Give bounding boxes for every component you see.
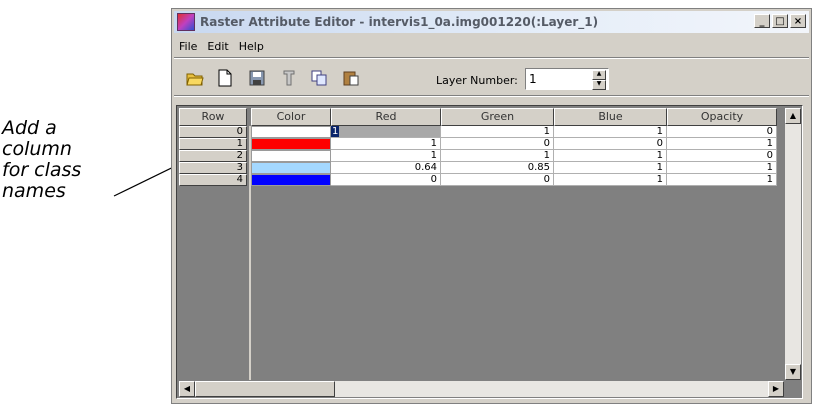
cell-opacity[interactable]: 1 <box>667 138 777 150</box>
cell-opacity[interactable]: 1 <box>667 162 777 174</box>
open-folder-icon[interactable] <box>186 69 204 87</box>
vertical-scrollbar[interactable]: ▲ ▼ <box>785 108 801 380</box>
layer-number-stepper[interactable]: 1 ▲ ▼ <box>525 68 609 90</box>
color-swatch[interactable] <box>251 174 331 186</box>
cell-blue[interactable]: 1 <box>554 150 667 162</box>
row-number[interactable]: 3 <box>179 162 247 174</box>
cell-blue[interactable]: 1 <box>554 174 667 186</box>
annotation-line: column <box>2 138 72 160</box>
row-number[interactable]: 2 <box>179 150 247 162</box>
annotation-line: for class <box>2 159 82 181</box>
attribute-table: Row Color Red Green Blue Opacity 0 1 1 1… <box>176 105 803 399</box>
cell-green[interactable]: 1 <box>441 150 554 162</box>
minimize-button[interactable]: _ <box>754 14 770 28</box>
scroll-up-button[interactable]: ▲ <box>785 108 801 124</box>
layer-spinner: ▲ ▼ <box>592 70 606 90</box>
cell-opacity[interactable]: 0 <box>667 126 777 138</box>
spin-down-button[interactable]: ▼ <box>592 80 606 90</box>
frozen-column-divider <box>249 126 251 380</box>
title-bar[interactable]: Raster Attribute Editor - intervis1_0a.i… <box>174 11 809 33</box>
cell-blue[interactable]: 1 <box>554 126 667 138</box>
copy-icon[interactable] <box>310 69 328 87</box>
header-opacity[interactable]: Opacity <box>667 108 777 126</box>
window-title: Raster Attribute Editor - intervis1_0a.i… <box>200 15 599 29</box>
color-swatch[interactable] <box>251 162 331 174</box>
cell-red[interactable]: 0.64 <box>331 162 441 174</box>
header-row[interactable]: Row <box>179 108 247 126</box>
cell-red[interactable]: 1 <box>331 150 441 162</box>
raster-attribute-editor-window: Raster Attribute Editor - intervis1_0a.i… <box>171 8 812 404</box>
menu-bar: File Edit Help <box>174 37 269 55</box>
header-blue[interactable]: Blue <box>554 108 667 126</box>
row-number[interactable]: 0 <box>179 126 247 138</box>
cell-red[interactable]: 0 <box>331 174 441 186</box>
cell-green[interactable]: 0 <box>441 138 554 150</box>
color-swatch[interactable] <box>251 138 331 150</box>
scroll-down-button[interactable]: ▼ <box>785 364 801 380</box>
menu-separator <box>174 57 809 59</box>
annotation-line: Add a <box>2 117 57 139</box>
maximize-button[interactable]: □ <box>772 14 788 28</box>
selected-cell-text: 1 <box>331 126 340 137</box>
menu-file[interactable]: File <box>174 40 202 53</box>
spin-up-button[interactable]: ▲ <box>592 70 606 80</box>
save-icon[interactable] <box>248 69 266 87</box>
row-number[interactable]: 4 <box>179 174 247 186</box>
new-document-icon[interactable] <box>216 69 234 87</box>
cell-red-selected[interactable]: 1 <box>331 126 441 138</box>
cell-opacity[interactable]: 0 <box>667 150 777 162</box>
paste-icon[interactable] <box>342 69 360 87</box>
layer-number-label: Layer Number: <box>436 74 518 87</box>
annotation-line: names <box>2 180 66 202</box>
header-green[interactable]: Green <box>441 108 554 126</box>
layer-number-value: 1 <box>529 72 537 86</box>
header-red[interactable]: Red <box>331 108 441 126</box>
cell-green[interactable]: 0 <box>441 174 554 186</box>
cell-opacity[interactable]: 1 <box>667 174 777 186</box>
color-swatch[interactable] <box>251 150 331 162</box>
row-number[interactable]: 1 <box>179 138 247 150</box>
query-icon[interactable] <box>280 69 298 87</box>
cell-blue[interactable]: 1 <box>554 162 667 174</box>
app-icon <box>177 13 195 31</box>
toolbar-separator <box>174 95 809 97</box>
menu-edit[interactable]: Edit <box>202 40 233 53</box>
toolbar: Layer Number: 1 ▲ ▼ <box>180 63 803 91</box>
header-color[interactable]: Color <box>251 108 331 126</box>
annotation-callout: Add a column for class names <box>2 118 132 202</box>
cell-green[interactable]: 0.85 <box>441 162 554 174</box>
color-swatch[interactable] <box>251 126 331 138</box>
close-button[interactable]: × <box>790 14 806 28</box>
cell-red[interactable]: 1 <box>331 138 441 150</box>
cell-green[interactable]: 1 <box>441 126 554 138</box>
menu-help[interactable]: Help <box>234 40 269 53</box>
status-bar <box>174 392 809 402</box>
cell-blue[interactable]: 0 <box>554 138 667 150</box>
